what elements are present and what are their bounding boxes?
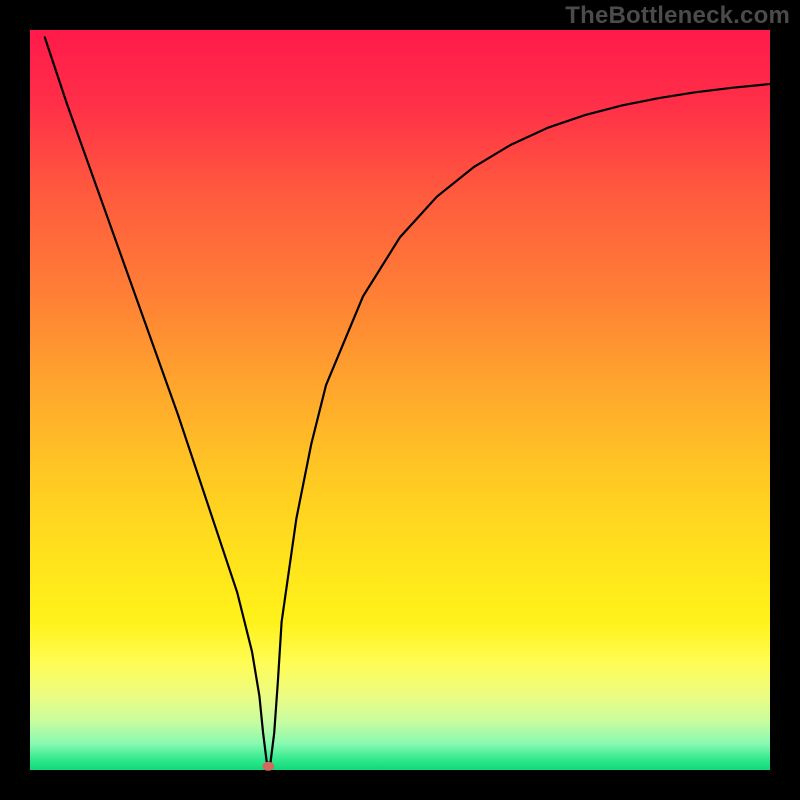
- chart-frame: TheBottleneck.com: [0, 0, 800, 800]
- bottleneck-chart: [0, 0, 800, 800]
- plot-background: [30, 30, 770, 770]
- watermark-text: TheBottleneck.com: [565, 2, 790, 30]
- optimal-point-marker: [262, 762, 274, 771]
